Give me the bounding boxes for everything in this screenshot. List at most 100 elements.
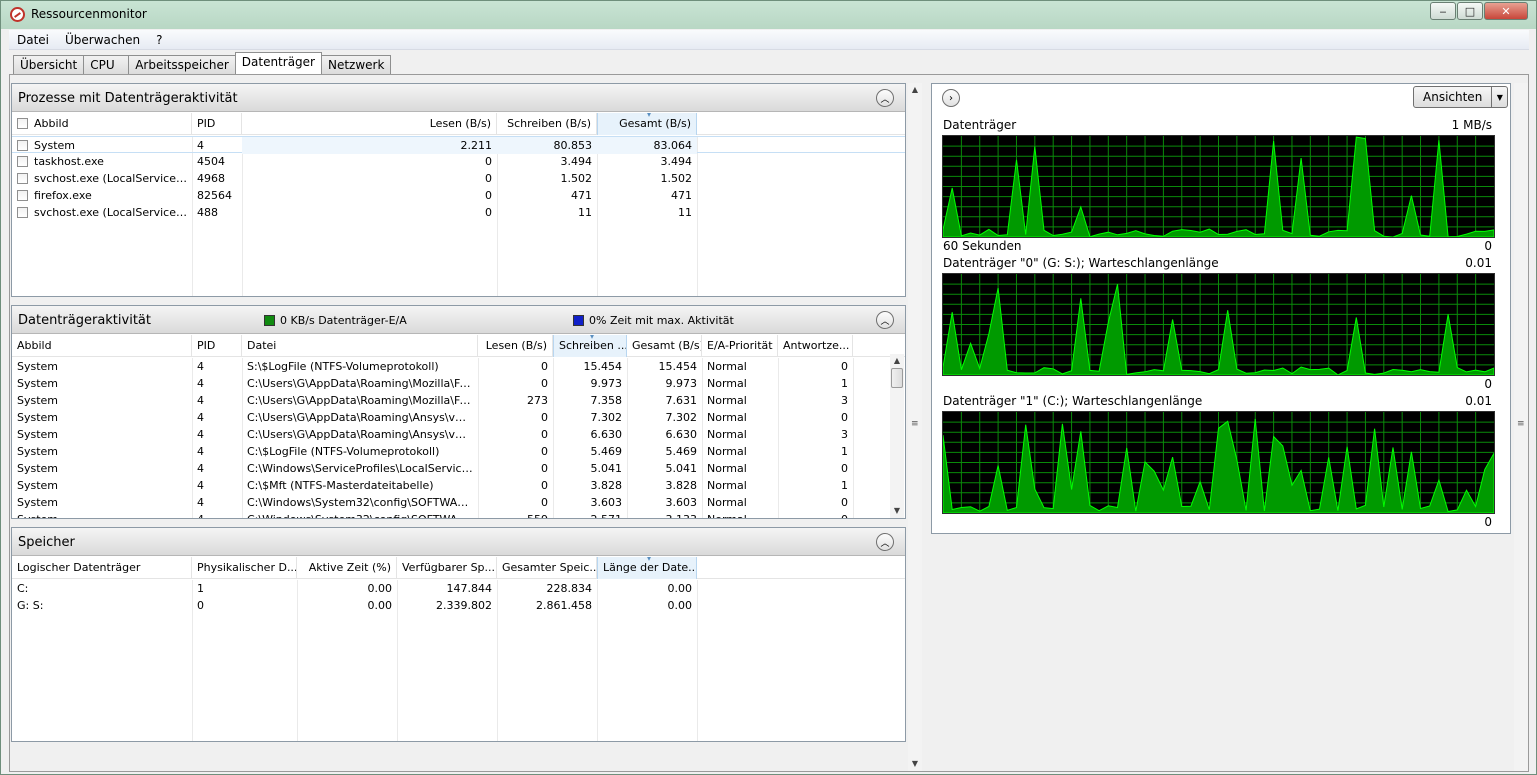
table-row[interactable]: System 4 C:\Windows\ServiceProfiles\LocalS… — [12, 460, 905, 477]
cell-pid: 4 — [197, 462, 204, 475]
table-row[interactable]: taskhost.exe 4504 0 3.494 3.494 — [12, 153, 905, 170]
table-row[interactable]: System 4 C:\$Mft (NTFS-Masterdateitabelle)… — [12, 477, 905, 494]
table-row[interactable]: System4C:\Windows\System32\config\SOFTWA… — [12, 494, 905, 511]
row-checkbox[interactable] — [17, 207, 28, 218]
disk-graph-canvas — [942, 136, 1495, 238]
scroll-down-icon[interactable]: ▼ — [890, 504, 904, 518]
activity-header[interactable]: Datenträgeraktivität 0 KB/s Datenträger-… — [12, 306, 905, 334]
cell-gesamt: 3.494 — [660, 155, 693, 168]
activity-scrollbar[interactable]: ▲ ▼ — [890, 354, 904, 518]
col-verfuegbar[interactable]: Verfügbarer Sp... — [397, 557, 497, 579]
cell-pid: 4 — [197, 445, 204, 458]
menu-datei[interactable]: Datei — [9, 33, 57, 47]
cell-antwortzeit: 1 — [841, 377, 848, 390]
title-bar[interactable]: Ressourcenmonitor ‒ □ ✕ — [1, 1, 1536, 29]
table-row[interactable]: System 4 C:\Users\G\AppData\Roaming\Ansys\… — [12, 409, 905, 426]
row-checkbox[interactable] — [17, 156, 28, 167]
cell-antwortzeit: 0 — [841, 462, 848, 475]
cell-datei: C:\Windows\System32\config\SOFTWARE... — [242, 511, 478, 518]
cell-prioritaet: Normal — [707, 411, 747, 424]
cell-lesen: 0 — [541, 377, 548, 390]
select-all-checkbox[interactable] — [17, 118, 28, 129]
col-schreiben[interactable]: Schreiben (B/s) — [497, 113, 597, 135]
tab-arbeitsspeicher[interactable]: Arbeitsspeicher — [128, 55, 236, 74]
col-schreiben[interactable]: Schreiben ... — [553, 335, 627, 357]
table-row[interactable]: System 4 C:\Users\G\AppData\Roaming\Mozill… — [12, 392, 905, 409]
col-abbild[interactable]: Abbild — [12, 335, 192, 357]
col-gesamt[interactable]: Gesamt (B/s) — [627, 335, 702, 357]
table-row[interactable]: svchost.exe (LocalServiceNet... 488 0 11 11 — [12, 204, 905, 221]
col-prioritaet[interactable]: E/A-Priorität — [702, 335, 778, 357]
right-splitter-grip-icon[interactable]: ≡ — [1517, 419, 1525, 429]
col-lesen[interactable]: Lesen (B/s) — [242, 113, 497, 135]
menu-ueberwachen[interactable]: Überwachen — [57, 33, 148, 47]
cell-verfuegbar: 147.844 — [446, 582, 493, 595]
cell-schreiben: 11 — [578, 206, 592, 219]
disk1-graph-title: Datenträger "1" (C:); Warteschlangenläng… — [943, 394, 1203, 408]
table-row[interactable]: System 4 S:\$LogFile (NTFS-Volumeprotokoll… — [12, 358, 905, 375]
right-pane-scrollbar[interactable]: ≡ — [1514, 83, 1528, 771]
cell-lesen: 2.211 — [242, 137, 497, 154]
cell-abbild: System — [17, 479, 59, 492]
splitter-grip-icon[interactable]: ≡ — [911, 419, 919, 429]
table-row[interactable]: System 4 C:\Users\G\AppData\Roaming\Mozill… — [12, 375, 905, 392]
col-lesen[interactable]: Lesen (B/s) — [478, 335, 553, 357]
col-pid[interactable]: PID — [192, 335, 242, 357]
row-checkbox[interactable] — [17, 140, 28, 151]
left-scroll-up-icon[interactable]: ▲ — [908, 83, 922, 97]
storage-title: Speicher — [18, 535, 75, 550]
table-row[interactable]: System 4 2.211 80.853 83.064 — [12, 136, 905, 154]
minimize-button[interactable]: ‒ — [1430, 2, 1456, 20]
maximize-button[interactable]: □ — [1457, 2, 1483, 20]
collapse-processes-icon[interactable]: ︿ — [876, 89, 894, 107]
col-datei[interactable]: Datei — [242, 335, 478, 357]
tab-datentraeger[interactable]: Datenträger — [234, 52, 322, 74]
menu-help[interactable]: ? — [148, 33, 170, 47]
cell-pid: 4 — [197, 139, 204, 152]
cell-lesen: 559 — [478, 511, 553, 518]
col-gesamt[interactable]: Gesamt (B/s) — [597, 113, 697, 135]
cell-schreiben: 7.302 — [590, 411, 623, 424]
scroll-thumb[interactable] — [891, 368, 903, 388]
cell-gesamt: 1.502 — [660, 172, 693, 185]
resource-monitor-icon — [10, 7, 25, 22]
tab-netzwerk[interactable]: Netzwerk — [320, 55, 392, 74]
cell-abbild: firefox.exe — [12, 187, 192, 204]
views-dropdown[interactable]: Ansichten ▼ — [1413, 86, 1509, 108]
expand-graphs-icon[interactable]: › — [942, 89, 960, 107]
table-row[interactable]: C: 1 0.00 147.844 228.834 0.00 — [12, 580, 905, 597]
col-antwortzeit[interactable]: Antwortze... — [778, 335, 853, 357]
col-abbild[interactable]: Abbild — [12, 113, 192, 135]
storage-header[interactable]: Speicher ︿ — [12, 528, 905, 556]
cell-datei: C:\Users\G\AppData\Roaming\Ansys\v15... — [247, 411, 478, 424]
processes-panel: Prozesse mit Datenträgeraktivität ︿ Abbi… — [11, 83, 906, 297]
collapse-activity-icon[interactable]: ︿ — [876, 311, 894, 329]
col-aktive-zeit[interactable]: Aktive Zeit (%) — [297, 557, 397, 579]
cell-pid: 4968 — [197, 172, 225, 185]
tab-uebersicht[interactable]: Übersicht — [13, 55, 85, 74]
cell-lesen: 0 — [541, 411, 548, 424]
left-pane-scrollbar[interactable]: ▲ ≡ ▼ — [908, 83, 922, 771]
col-physikalisch[interactable]: Physikalischer D... — [192, 557, 297, 579]
collapse-storage-icon[interactable]: ︿ — [876, 533, 894, 551]
row-checkbox[interactable] — [17, 190, 28, 201]
col-logisch[interactable]: Logischer Datenträger — [12, 557, 192, 579]
disk-graph-time: 60 Sekunden — [943, 239, 1022, 253]
cell-pid: 488 — [197, 206, 218, 219]
scroll-up-icon[interactable]: ▲ — [890, 354, 904, 368]
table-row[interactable]: firefox.exe 82564 0 471 471 — [12, 187, 905, 204]
left-scroll-down-icon[interactable]: ▼ — [908, 757, 922, 771]
table-row[interactable]: System4C:\Windows\System32\config\SOFTWA… — [12, 511, 905, 518]
processes-header[interactable]: Prozesse mit Datenträgeraktivität ︿ — [12, 84, 905, 112]
col-pid[interactable]: PID — [192, 113, 242, 135]
table-row[interactable]: System 4 C:\$LogFile (NTFS-Volumeprotokoll… — [12, 443, 905, 460]
row-checkbox[interactable] — [17, 173, 28, 184]
col-gesamt-speicher[interactable]: Gesamter Speic... — [497, 557, 597, 579]
cell-antwortzeit: 0 — [841, 360, 848, 373]
table-row[interactable]: svchost.exe (LocalServicePee... 4968 0 1.50… — [12, 170, 905, 187]
table-row[interactable]: System 4 C:\Users\G\AppData\Roaming\Ansys\… — [12, 426, 905, 443]
table-row[interactable]: G: S: 0 0.00 2.339.802 2.861.458 0.00 — [12, 597, 905, 614]
close-button[interactable]: ✕ — [1484, 2, 1528, 20]
tab-cpu[interactable]: CPU — [83, 55, 130, 74]
col-warteschlange[interactable]: Länge der Date... — [597, 557, 697, 579]
